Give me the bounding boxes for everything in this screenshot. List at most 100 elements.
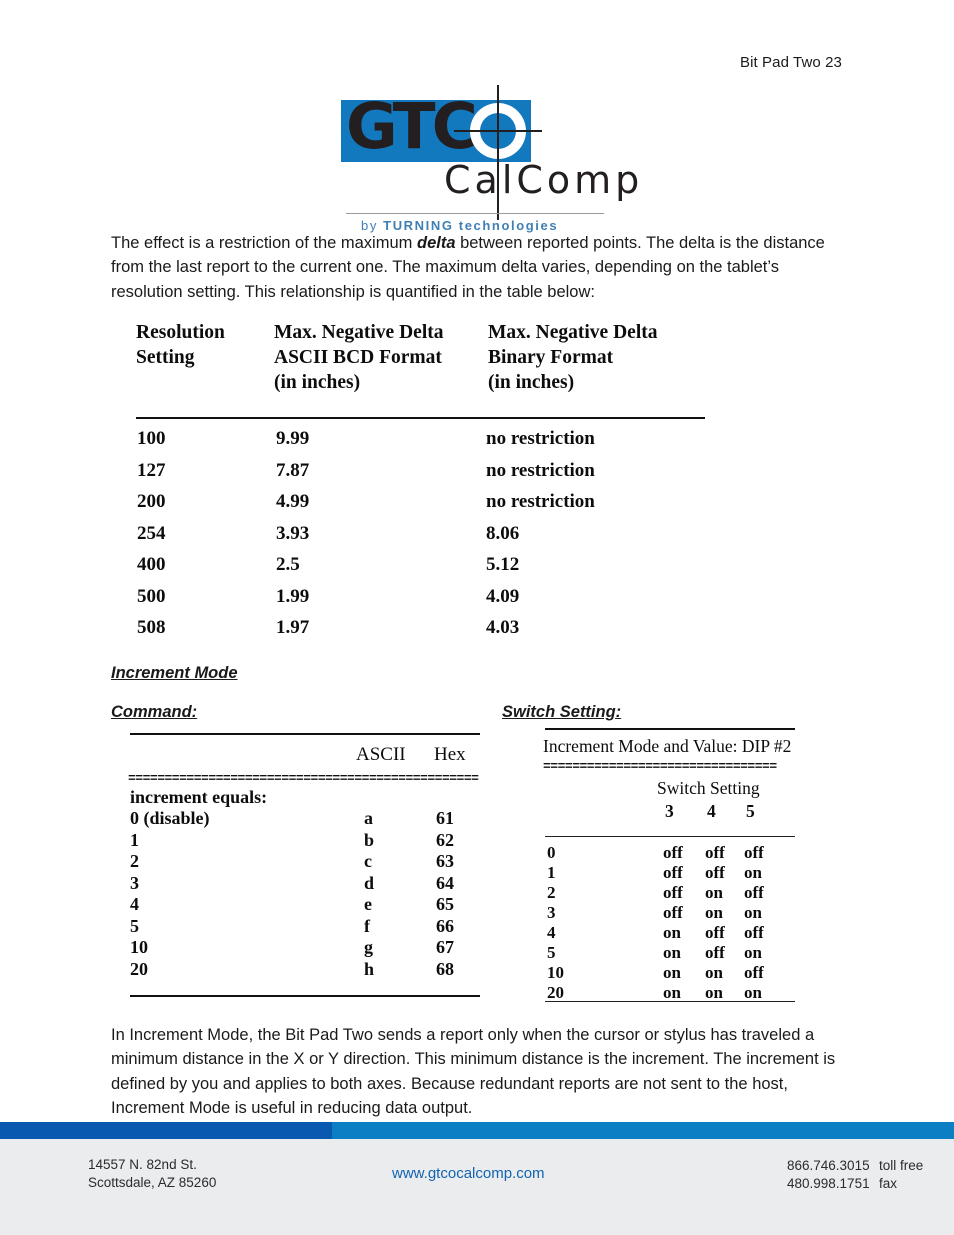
max-negative-delta-table: Resolution Setting Max. Negative Delta A… — [136, 320, 711, 640]
heading-command: Command: — [111, 703, 198, 721]
footer-address: 14557 N. 82nd St. Scottsdale, AZ 85260 — [88, 1157, 217, 1190]
switch-table-title: Increment Mode and Value: DIP #2 — [543, 736, 792, 756]
footer-fax-row: 480.998.1751 fax — [787, 1175, 923, 1193]
delta-row-resolution: 508 — [137, 617, 166, 638]
switch-row-value: 5 — [547, 943, 556, 962]
footer-tollfree-number: 866.746.3015 — [787, 1158, 870, 1173]
delta-row-resolution: 500 — [137, 585, 166, 607]
switch-row-value: 4 — [547, 923, 556, 942]
command-row-hex: 63 — [436, 851, 454, 871]
switch-table-group-label: Switch Setting — [657, 778, 760, 798]
delta-table-header-resolution: Resolution Setting — [136, 322, 225, 368]
footer-fax-label: fax — [879, 1176, 898, 1191]
switch-column-number: 3 — [665, 801, 674, 821]
footer-tollfree-label: toll free — [879, 1158, 924, 1173]
command-row-value: 10 — [130, 937, 148, 957]
switch-row-s4: on — [705, 963, 723, 982]
command-row-value: 2 — [130, 851, 139, 871]
command-row-hex: 61 — [436, 808, 454, 828]
command-row-ascii: d — [364, 872, 375, 893]
logo-divider-rule — [346, 213, 604, 214]
command-row-value: 20 — [130, 958, 148, 979]
heading-increment-mode: Increment Mode — [111, 664, 238, 682]
switch-row-s3: off — [663, 903, 683, 922]
footer-tollfree-row: 866.746.3015 toll free — [787, 1157, 923, 1175]
command-row-value: 3 — [130, 872, 139, 893]
switch-row-s5: off — [744, 963, 764, 982]
footer-bar-left — [0, 1122, 332, 1139]
switch-row-s3: on — [663, 983, 681, 1002]
delta-row-resolution: 400 — [137, 554, 166, 575]
switch-row-s4: on — [705, 883, 723, 902]
command-row-value: 1 — [130, 829, 139, 850]
running-header-title: Bit Pad Two 23 — [739, 54, 842, 71]
switch-row-s5: off — [744, 843, 764, 862]
command-row-ascii: c — [364, 851, 372, 871]
delta-row-ascii-bcd: 1.97 — [276, 617, 310, 638]
switch-table-header-rule — [545, 836, 795, 837]
switch-table-top-rule — [545, 728, 795, 730]
delta-table-header-binary: Max. Negative Delta Binary Format (in in… — [488, 322, 658, 393]
command-row-ascii: h — [364, 958, 375, 979]
command-row-ascii: g — [364, 937, 373, 957]
command-row-value: 4 — [130, 894, 139, 914]
switch-row-s4: off — [705, 863, 725, 882]
logo-crosshair-horizontal — [454, 130, 542, 132]
switch-row-s3: off — [663, 863, 683, 882]
delta-row-resolution: 100 — [137, 428, 166, 449]
switch-column-number: 5 — [746, 801, 755, 821]
command-row-hex: 64 — [436, 872, 454, 893]
switch-row-value: 0 — [547, 843, 556, 862]
switch-row-value: 3 — [547, 903, 556, 922]
switch-row-value: 10 — [547, 963, 564, 982]
switch-table-bottom-rule — [545, 1001, 795, 1002]
delta-row-binary: 8.06 — [486, 522, 520, 544]
delta-row-ascii-bcd: 1.99 — [276, 585, 310, 607]
switch-row-s5: off — [744, 883, 764, 902]
gtc-calcomp-logo: GTC CalComp by TURNING technologies — [341, 85, 639, 233]
delta-emphasis: delta — [416, 234, 456, 252]
delta-table-header-ascii-bcd: Max. Negative Delta ASCII BCD Format (in… — [274, 322, 444, 393]
switch-row-s4: on — [705, 903, 723, 922]
switch-row-s5: on — [744, 863, 762, 882]
command-row-ascii: a — [364, 808, 373, 828]
switch-column-number: 4 — [707, 801, 716, 821]
delta-row-binary: 5.12 — [486, 554, 520, 575]
delta-row-binary: no restriction — [486, 491, 595, 512]
command-table-divider: ========================================… — [128, 771, 479, 786]
command-table-top-rule — [130, 733, 480, 735]
intro-paragraph: The effect is a restriction of the maxim… — [111, 231, 851, 304]
switch-row-s3: off — [663, 883, 683, 902]
command-table-header-ascii: ASCII — [356, 744, 406, 765]
heading-switch-setting: Switch Setting: — [502, 703, 622, 721]
logo-wordmark-gtc: GTC — [346, 90, 478, 163]
switch-row-s5: on — [744, 983, 762, 1002]
switch-row-s4: off — [705, 943, 725, 962]
switch-row-s4: off — [705, 843, 725, 862]
footer-contact-numbers: 866.746.3015 toll free 480.998.1751 fax — [787, 1157, 923, 1193]
delta-row-ascii-bcd: 2.5 — [276, 554, 300, 575]
command-row-hex: 68 — [436, 958, 454, 979]
switch-row-s3: on — [663, 963, 681, 982]
switch-row-s3: on — [663, 923, 681, 942]
switch-row-s5: on — [744, 943, 762, 962]
delta-row-resolution: 200 — [137, 491, 166, 512]
switch-table-divider: ================================ — [543, 759, 777, 774]
command-row-value: 5 — [130, 915, 139, 936]
command-group-label: increment equals: — [130, 787, 268, 807]
switch-row-s5: on — [744, 903, 762, 922]
switch-row-value: 20 — [547, 983, 564, 1002]
command-row-hex: 67 — [436, 937, 454, 957]
delta-row-resolution: 254 — [137, 522, 166, 544]
delta-row-ascii-bcd: 4.99 — [276, 491, 310, 512]
delta-row-resolution: 127 — [137, 459, 166, 481]
footer-website-link[interactable]: www.gtcocalcomp.com — [392, 1165, 545, 1182]
command-row-value: 0 (disable) — [130, 808, 210, 828]
delta-row-binary: no restriction — [486, 459, 595, 481]
footer-bar-right — [332, 1122, 954, 1139]
switch-row-s4: on — [705, 983, 723, 1002]
delta-row-binary: 4.09 — [486, 585, 520, 607]
delta-row-ascii-bcd: 7.87 — [276, 459, 310, 481]
command-table-bottom-rule — [130, 995, 480, 997]
delta-row-ascii-bcd: 3.93 — [276, 522, 310, 544]
